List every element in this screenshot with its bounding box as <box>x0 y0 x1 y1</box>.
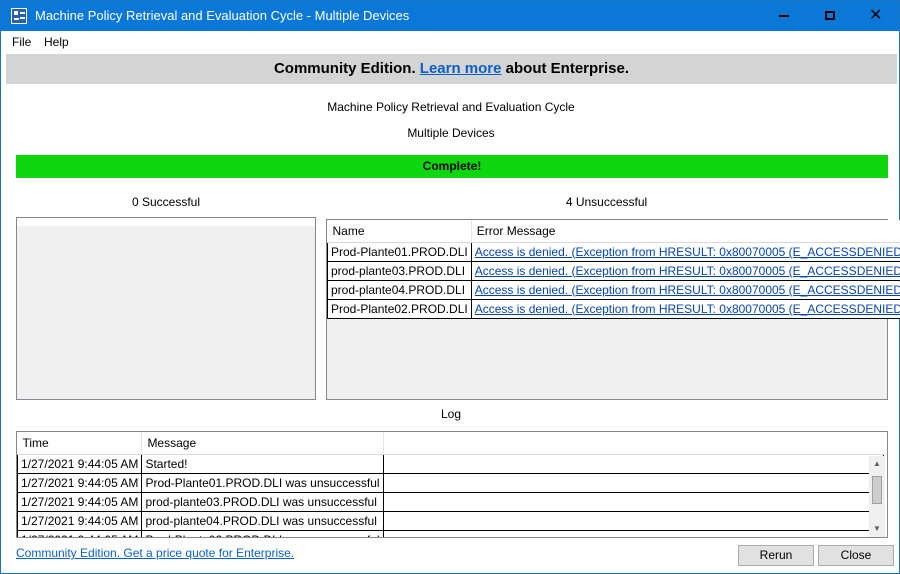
log-time: 1/27/2021 9:44:05 AM <box>17 510 143 531</box>
edition-banner: Community Edition. Learn more about Ente… <box>6 54 897 84</box>
banner-suffix: about Enterprise. <box>501 60 630 77</box>
device-name: prod-plante03.PROD.DLI <box>327 260 472 281</box>
maximize-icon <box>825 11 835 20</box>
successful-count: 0 Successful <box>131 195 201 209</box>
log-time: 1/27/2021 9:44:05 AM <box>17 472 143 493</box>
error-message[interactable]: Access is denied. (Exception from HRESUL… <box>470 241 900 262</box>
table-row[interactable]: Prod-Plante01.PROD.DLI Access is denied.… <box>327 241 900 262</box>
successful-list[interactable] <box>16 217 316 400</box>
scroll-down-icon[interactable]: ▼ <box>869 521 885 537</box>
log-filler <box>382 472 884 493</box>
error-message[interactable]: Access is denied. (Exception from HRESUL… <box>470 260 900 281</box>
app-icon <box>11 8 27 24</box>
menu-help[interactable]: Help <box>44 35 69 49</box>
main-window: Machine Policy Retrieval and Evaluation … <box>0 0 900 574</box>
menu-bar: File Help <box>1 31 899 53</box>
progress-bar: Complete! <box>16 155 888 178</box>
table-row[interactable]: prod-plante04.PROD.DLI Access is denied.… <box>327 279 900 300</box>
table-row[interactable]: 1/27/2021 9:44:05 AM Prod-Plante01.PROD.… <box>17 472 884 493</box>
progress-label: Complete! <box>422 159 482 173</box>
error-link[interactable]: Access is denied. (Exception from HRESUL… <box>475 264 900 278</box>
column-time-header[interactable]: Time <box>17 432 143 455</box>
error-message[interactable]: Access is denied. (Exception from HRESUL… <box>470 298 900 319</box>
maximize-button[interactable] <box>807 1 853 31</box>
log-time: 1/27/2021 9:44:05 AM <box>17 453 143 474</box>
table-row[interactable]: 1/27/2021 9:44:05 AM Prod-Plante02.PROD.… <box>17 529 884 537</box>
price-quote-link[interactable]: Community Edition. Get a price quote for… <box>16 546 294 560</box>
table-row[interactable]: Prod-Plante02.PROD.DLI Access is denied.… <box>327 298 900 319</box>
log-message: Prod-Plante02.PROD.DLI was unsuccessful <box>141 529 384 537</box>
log-message: prod-plante03.PROD.DLI was unsuccessful <box>141 491 384 512</box>
column-message-header[interactable]: Message <box>141 432 384 455</box>
rerun-button[interactable]: Rerun <box>738 545 814 566</box>
log-message: Started! <box>141 453 384 474</box>
log-table: Time Message 1/27/2021 9:44:05 AM Starte… <box>17 432 884 537</box>
log-list[interactable]: Time Message 1/27/2021 9:44:05 AM Starte… <box>16 431 888 538</box>
window-title: Machine Policy Retrieval and Evaluation … <box>35 8 410 23</box>
unsuccessful-list[interactable]: Name Error Message Prod-Plante01.PROD.DL… <box>326 219 900 400</box>
error-message[interactable]: Access is denied. (Exception from HRESUL… <box>470 279 900 300</box>
action-subtitle: Multiple Devices <box>407 126 495 140</box>
column-filler-header <box>383 432 884 455</box>
log-time: 1/27/2021 9:44:05 AM <box>17 491 143 512</box>
device-name: Prod-Plante01.PROD.DLI <box>327 241 472 262</box>
table-row[interactable]: 1/27/2021 9:44:05 AM Started! <box>17 453 884 474</box>
table-row[interactable]: 1/27/2021 9:44:05 AM prod-plante04.PROD.… <box>17 510 884 531</box>
device-name: Prod-Plante02.PROD.DLI <box>327 298 472 319</box>
log-message: Prod-Plante01.PROD.DLI was unsuccessful <box>141 472 384 493</box>
device-name: prod-plante04.PROD.DLI <box>327 279 472 300</box>
log-label: Log <box>440 407 462 421</box>
unsuccessful-table: Name Error Message Prod-Plante01.PROD.DL… <box>327 220 900 319</box>
minimize-icon <box>779 15 789 17</box>
log-filler <box>382 491 884 512</box>
column-error-header[interactable]: Error Message <box>471 220 900 243</box>
menu-file[interactable]: File <box>12 35 31 49</box>
log-scrollbar[interactable]: ▲ ▼ <box>869 456 885 537</box>
log-filler <box>382 529 884 537</box>
scroll-up-icon[interactable]: ▲ <box>869 456 885 472</box>
log-message: prod-plante04.PROD.DLI was unsuccessful <box>141 510 384 531</box>
action-title: Machine Policy Retrieval and Evaluation … <box>327 100 575 114</box>
error-link[interactable]: Access is denied. (Exception from HRESUL… <box>475 302 900 316</box>
close-button[interactable]: Close <box>818 545 894 566</box>
minimize-button[interactable] <box>761 1 807 31</box>
successful-list-header <box>17 218 315 226</box>
column-name-header[interactable]: Name <box>327 220 472 243</box>
table-row[interactable]: prod-plante03.PROD.DLI Access is denied.… <box>327 260 900 281</box>
table-row[interactable]: 1/27/2021 9:44:05 AM prod-plante03.PROD.… <box>17 491 884 512</box>
banner-prefix: Community Edition. <box>273 60 420 77</box>
unsuccessful-count: 4 Unsuccessful <box>565 195 648 209</box>
log-time: 1/27/2021 9:44:05 AM <box>17 529 143 537</box>
learn-more-link[interactable]: Learn more <box>420 60 502 77</box>
log-filler <box>382 510 884 531</box>
close-icon: ✕ <box>869 5 883 24</box>
error-link[interactable]: Access is denied. (Exception from HRESUL… <box>475 245 900 259</box>
scroll-thumb[interactable] <box>872 476 882 504</box>
log-filler <box>382 453 884 474</box>
error-link[interactable]: Access is denied. (Exception from HRESUL… <box>475 283 900 297</box>
title-bar[interactable]: Machine Policy Retrieval and Evaluation … <box>1 1 899 31</box>
close-window-button[interactable]: ✕ <box>853 1 899 31</box>
